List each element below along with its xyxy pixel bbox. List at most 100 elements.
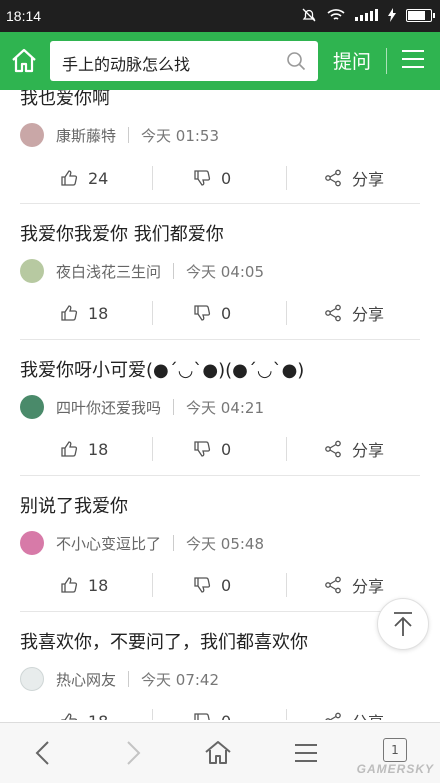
timestamp: 今天 04:05 <box>186 262 265 281</box>
status-bar: 18:14 <box>0 0 440 32</box>
like-count: 18 <box>88 439 109 459</box>
action-divider <box>286 573 287 597</box>
home-icon[interactable] <box>202 737 234 769</box>
comment-actions: 18 0 分享 <box>0 565 440 605</box>
share-label: 分享 <box>352 709 384 720</box>
comment-item: 别说了我爱你 不小心变逗比了 今天 05:48 18 0 分享 <box>0 476 440 612</box>
dislike-button[interactable]: 0 <box>193 293 231 333</box>
username[interactable]: 康斯藤特 <box>56 125 116 146</box>
comment-meta: 康斯藤特 今天 01:53 <box>20 122 219 148</box>
timestamp: 今天 01:53 <box>141 126 220 145</box>
dislike-button[interactable]: 0 <box>193 429 231 469</box>
like-count: 18 <box>88 303 109 323</box>
share-button[interactable]: 分享 <box>324 701 384 720</box>
like-count: 18 <box>88 575 109 595</box>
share-button[interactable]: 分享 <box>324 429 384 469</box>
search-icon[interactable] <box>286 51 306 71</box>
comment-text: 我爱你我爱你 我们都爱你 <box>20 224 224 245</box>
avatar[interactable] <box>20 531 44 555</box>
like-button[interactable]: 24 <box>60 158 108 198</box>
status-time: 18:14 <box>6 8 42 24</box>
comment-feed[interactable]: 我也爱你啊 康斯藤特 今天 01:53 24 0 分享 我爱你我爱你 我们都爱你… <box>0 90 440 720</box>
username[interactable]: 热心网友 <box>56 669 116 690</box>
status-icons <box>301 7 435 23</box>
timestamp: 今天 07:42 <box>141 670 220 689</box>
avatar[interactable] <box>20 395 44 419</box>
share-icon <box>325 576 341 594</box>
top-bar: 手上的动脉怎么找 提问 <box>0 32 440 90</box>
dislike-count: 0 <box>221 575 232 595</box>
comment-item: 我爱你呀小可爱(●´◡`●)(●´◡`●) 四叶你还爱我吗 今天 04:21 1… <box>0 340 440 476</box>
dislike-button[interactable]: 0 <box>193 701 231 720</box>
meta-separator <box>173 263 175 279</box>
like-count: 24 <box>88 168 109 188</box>
meta-separator <box>173 399 175 415</box>
share-icon <box>325 169 341 187</box>
thumbs-up-icon <box>61 577 78 593</box>
thumbs-up-icon <box>61 305 78 321</box>
comment-actions: 18 0 分享 <box>0 701 440 720</box>
menu-icon[interactable] <box>402 50 424 72</box>
username[interactable]: 四叶你还爱我吗 <box>56 397 161 418</box>
dislike-count: 0 <box>221 439 232 459</box>
avatar[interactable] <box>20 259 44 283</box>
thumbs-down-icon <box>194 170 211 186</box>
back-to-top-button[interactable] <box>377 598 429 650</box>
header-divider <box>386 48 387 74</box>
comment-item: 我爱你我爱你 我们都爱你 夜白浅花三生问 今天 04:05 18 0 分享 <box>0 204 440 340</box>
meta-separator <box>173 535 175 551</box>
thumbs-down-icon <box>194 305 211 321</box>
ask-question-button[interactable]: 提问 <box>333 47 371 74</box>
dislike-count: 0 <box>221 168 232 188</box>
comment-meta: 夜白浅花三生问 今天 04:05 <box>20 258 264 284</box>
search-box[interactable]: 手上的动脉怎么找 <box>50 41 318 81</box>
dislike-button[interactable]: 0 <box>193 565 231 605</box>
comment-text: 我喜欢你，不要问了，我们都喜欢你 <box>20 632 308 653</box>
meta-separator <box>128 127 130 143</box>
like-button[interactable]: 18 <box>60 293 108 333</box>
username[interactable]: 不小心变逗比了 <box>56 533 161 554</box>
share-icon <box>325 712 341 720</box>
forward-icon[interactable] <box>116 737 148 769</box>
thumbs-up-icon <box>61 170 78 186</box>
tabs-button[interactable]: 1 <box>383 738 407 762</box>
comment-actions: 24 0 分享 <box>0 158 440 198</box>
timestamp: 今天 05:48 <box>186 534 265 553</box>
comment-meta: 四叶你还爱我吗 今天 04:21 <box>20 394 264 420</box>
avatar[interactable] <box>20 667 44 691</box>
like-button[interactable]: 18 <box>60 429 108 469</box>
thumbs-down-icon <box>194 577 211 593</box>
dislike-count: 0 <box>221 712 231 721</box>
battery-icon <box>406 8 435 22</box>
share-button[interactable]: 分享 <box>324 565 384 605</box>
share-label: 分享 <box>352 577 385 596</box>
like-button[interactable]: 18 <box>60 701 108 720</box>
home-icon[interactable] <box>8 45 40 77</box>
username[interactable]: 夜白浅花三生问 <box>56 261 161 282</box>
timestamp: 今天 04:21 <box>186 398 265 417</box>
arrow-up-icon <box>394 612 412 636</box>
dislike-button[interactable]: 0 <box>193 158 231 198</box>
action-divider <box>286 709 287 720</box>
action-divider <box>286 437 287 461</box>
back-icon[interactable] <box>28 737 60 769</box>
thumbs-up-icon <box>61 441 78 457</box>
watermark: GAMERSKY <box>356 762 434 776</box>
comment-meta: 热心网友 今天 07:42 <box>20 666 219 692</box>
comment-actions: 18 0 分享 <box>0 429 440 469</box>
mute-bell-icon <box>302 8 316 22</box>
search-input[interactable]: 手上的动脉怎么找 <box>62 51 190 75</box>
action-divider <box>286 166 287 190</box>
dislike-count: 0 <box>221 303 232 323</box>
menu-icon[interactable] <box>290 737 322 769</box>
comment-item: 我喜欢你，不要问了，我们都喜欢你 热心网友 今天 07:42 18 0 分享 <box>0 612 440 720</box>
avatar[interactable] <box>20 123 44 147</box>
action-divider <box>152 573 153 597</box>
share-button[interactable]: 分享 <box>324 293 384 333</box>
wifi-icon <box>327 9 345 20</box>
like-button[interactable]: 18 <box>60 565 108 605</box>
comment-actions: 18 0 分享 <box>0 293 440 333</box>
like-count: 18 <box>88 712 108 721</box>
thumbs-up-icon <box>61 713 78 720</box>
share-button[interactable]: 分享 <box>324 158 384 198</box>
